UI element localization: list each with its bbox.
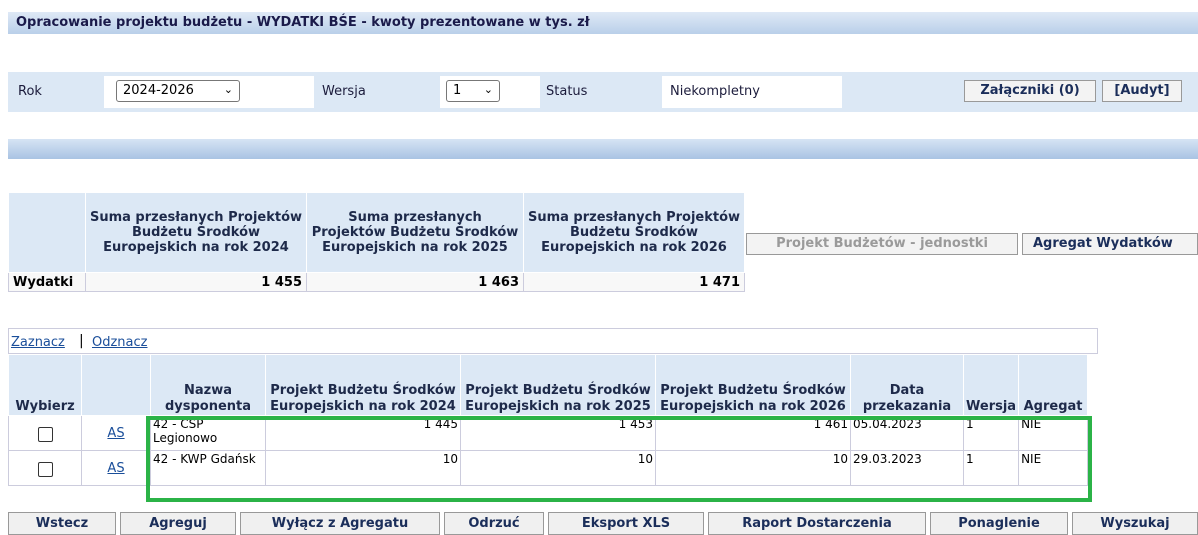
row-v2024: 1 445 [265,415,461,451]
odznacz-link[interactable]: Odznacz [92,335,148,350]
col-link [81,354,151,416]
page-title-bar: Opracowanie projektu budżetu - WYDATKI B… [8,12,1198,34]
as-link[interactable]: AS [107,461,124,476]
row-link-cell: AS [81,450,151,486]
wersja-label: Wersja [322,84,366,99]
zalaczniki-button[interactable]: Załączniki (0) [964,80,1096,102]
row-v2024: 10 [265,450,461,486]
wersja-select-value: 1 [453,83,462,98]
rok-label: Rok [18,84,42,99]
status-label: Status [546,84,588,99]
summary-value-2024: 1 455 [85,272,307,292]
wylacz-z-agregatu-button[interactable]: Wyłącz z Agregatu [240,512,440,535]
col-nazwa: Nazwa dysponenta [150,354,266,416]
row-link-cell: AS [81,415,151,451]
row-checkbox[interactable] [37,427,53,442]
col-wersja: Wersja [962,354,1020,416]
ponaglenie-button[interactable]: Ponaglenie [930,512,1068,535]
row-v2026: 10 [655,450,851,486]
col-data: Data przekazania [850,354,964,416]
selection-links: Zaznacz | Odznacz [8,328,1098,354]
summary-header-2025: Suma przesłanych Projektów Budżetu Środk… [306,192,524,273]
dysponent-grid: Zaznacz | Odznacz Wybierz Nazwa dysponen… [8,328,1098,488]
wyszukaj-button[interactable]: Wyszukaj [1072,512,1198,535]
wersja-select[interactable]: 1 ⌄ [446,80,500,102]
row-wersja: 1 [962,450,1020,486]
zaznacz-link[interactable]: Zaznacz [11,335,65,350]
summary-header-2024: Suma przesłanych Projektów Budżetu Środk… [85,192,307,273]
row-data: 29.03.2023 [850,450,964,486]
eksport-xls-button[interactable]: Eksport XLS [548,512,704,535]
status-value: Niekompletny [670,84,760,99]
agregat-wydatkow-button[interactable]: Agregat Wydatków [1022,233,1198,255]
row-wersja: 1 [962,415,1020,451]
row-agregat: NIE [1018,415,1089,451]
page-title: Opracowanie projektu budżetu - WYDATKI B… [16,15,590,30]
filter-bar: Rok 2024-2026 ⌄ Wersja 1 ⌄ Status Niekom… [8,72,1198,112]
summary-value-2026: 1 471 [523,272,745,292]
rok-select[interactable]: 2024-2026 ⌄ [116,80,240,102]
summary-value-2025: 1 463 [306,272,524,292]
col-agregat: Agregat [1018,354,1089,416]
summary-corner [8,192,86,273]
agreguj-button[interactable]: Agreguj [120,512,236,535]
col-wybierz: Wybierz [8,354,82,416]
link-separator: | [79,333,84,349]
row-checkbox-cell [8,415,82,451]
table-row: AS 42 - KWP Gdańsk 10 10 10 29.03.2023 1… [8,450,1089,486]
col-pb2025: Projekt Budżetu Środków Europejskich na … [460,354,656,416]
row-data: 05.04.2023 [850,415,964,451]
wstecz-button[interactable]: Wstecz [8,512,116,535]
summary-table: Suma przesłanych Projektów Budżetu Środk… [8,192,745,292]
col-pb2026: Projekt Budżetu Środków Europejskich na … [655,354,851,416]
odrzuc-button[interactable]: Odrzuć [444,512,544,535]
projekt-budzetow-jednostki-button[interactable]: Projekt Budżetów - jednostki [746,233,1018,255]
row-checkbox[interactable] [37,462,53,477]
row-nazwa: 42 - KWP Gdańsk [150,450,266,486]
row-nazwa: 42 - CSP Legionowo [150,415,266,451]
dysponent-table: Wybierz Nazwa dysponenta Projekt Budżetu… [8,354,1089,486]
col-pb2024: Projekt Budżetu Środków Europejskich na … [265,354,461,416]
row-v2026: 1 461 [655,415,851,451]
summary-header-2026: Suma przesłanych Projektów Budżetu Środk… [523,192,745,273]
section-bar [8,139,1198,159]
row-v2025: 1 453 [460,415,656,451]
row-v2025: 10 [460,450,656,486]
chevron-down-icon: ⌄ [223,83,233,96]
row-agregat: NIE [1018,450,1089,486]
raport-dostarczenia-button[interactable]: Raport Dostarczenia [708,512,926,535]
rok-select-value: 2024-2026 [123,83,194,98]
table-row: AS 42 - CSP Legionowo 1 445 1 453 1 461 … [8,415,1089,451]
audyt-button[interactable]: [Audyt] [1102,80,1182,102]
chevron-down-icon: ⌄ [483,83,493,96]
as-link[interactable]: AS [107,426,124,441]
summary-row-label: Wydatki [8,272,86,292]
bottom-toolbar: Wstecz Agreguj Wyłącz z Agregatu Odrzuć … [8,512,1198,535]
row-checkbox-cell [8,450,82,486]
